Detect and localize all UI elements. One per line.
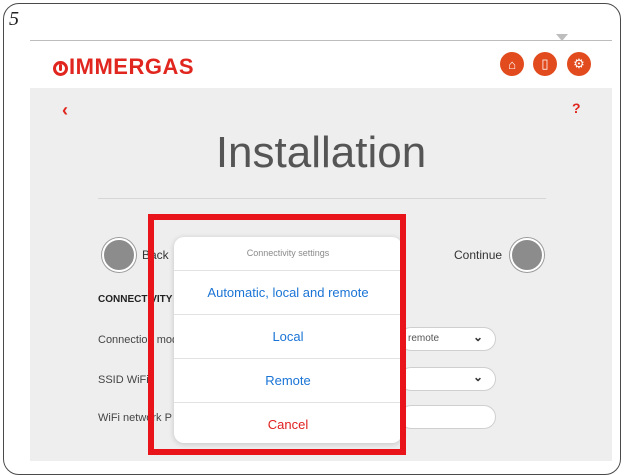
- brand-logo: IMMERGAS: [53, 54, 194, 80]
- wifi-password-input[interactable]: [400, 406, 495, 428]
- back-chevron-icon[interactable]: ‹: [62, 100, 68, 121]
- connection-mode-value: remote: [408, 333, 440, 344]
- page-title: Installation: [215, 128, 427, 177]
- chevron-down-icon: ⌄: [472, 330, 483, 344]
- help-button[interactable]: ?: [572, 100, 581, 116]
- chevron-down-icon: ⌄: [472, 370, 483, 384]
- home-icon[interactable]: ⌂: [500, 52, 524, 76]
- ssid-select[interactable]: ⌄: [400, 368, 495, 390]
- back-button[interactable]: [102, 238, 136, 272]
- step-number: 5: [9, 8, 19, 30]
- title-divider: [98, 198, 546, 199]
- popover-notch: [556, 34, 568, 41]
- device-icon[interactable]: ▯: [533, 52, 557, 76]
- connection-mode-select[interactable]: remote ⌄: [400, 328, 495, 350]
- power-icon: [53, 61, 68, 76]
- continue-label: Continue: [454, 248, 503, 262]
- ssid-label: SSID WiFi: [98, 374, 149, 386]
- settings-icon[interactable]: ⚙: [567, 52, 591, 76]
- continue-button[interactable]: [510, 238, 544, 272]
- app-header: IMMERGAS ⌂ ▯ ⚙: [30, 41, 612, 88]
- highlight-box: [148, 214, 406, 455]
- brand-name: IMMERGAS: [69, 54, 194, 79]
